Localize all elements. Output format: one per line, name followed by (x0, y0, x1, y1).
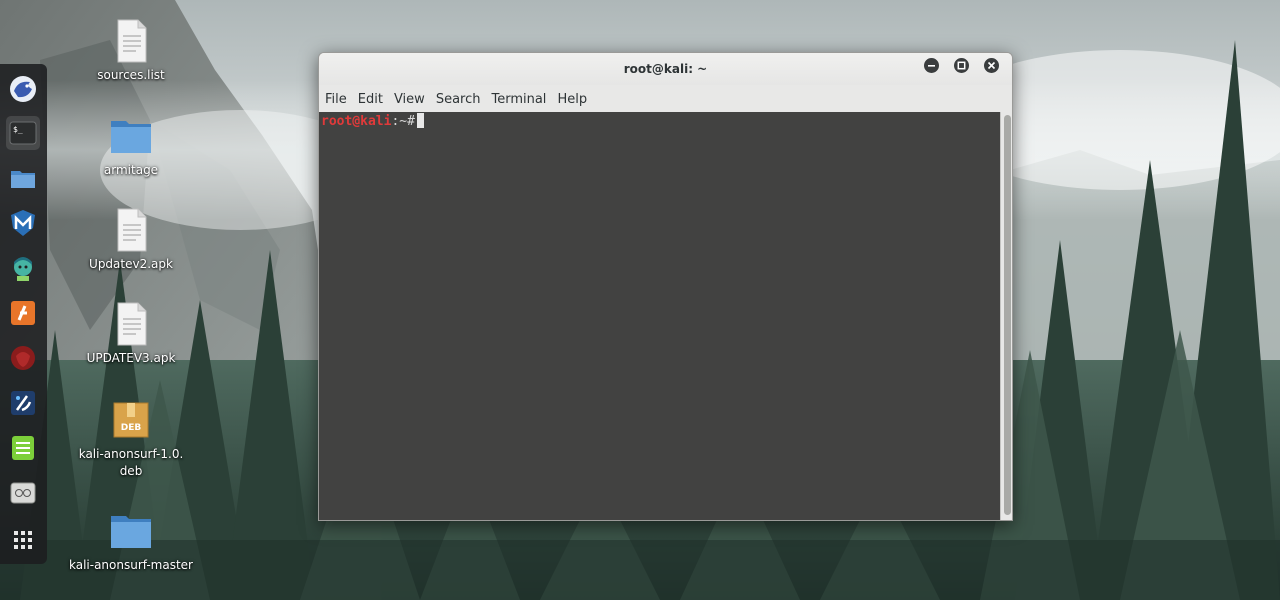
iceweasel-icon[interactable] (6, 72, 40, 106)
metasploit-icon[interactable] (6, 206, 40, 240)
show-applications-icon[interactable] (6, 523, 40, 557)
window-titlebar[interactable]: root@kali: ~ (319, 53, 1012, 85)
terminal-output[interactable]: root@kali:~# (319, 112, 1000, 520)
folder-icon (108, 113, 154, 159)
text-cursor (416, 113, 424, 128)
menu-bar: File Edit View Search Terminal Help (319, 87, 1012, 111)
menu-search[interactable]: Search (432, 92, 488, 107)
desktop-icon-label: sources.list (97, 68, 165, 82)
menu-file[interactable]: File (321, 92, 354, 107)
prompt-user-host: root@kali (321, 114, 392, 129)
desktop-icon-label: kali-anonsurf-1.0.deb (78, 447, 184, 478)
maximize-button[interactable] (954, 58, 969, 73)
close-icon (987, 61, 996, 70)
deb-package-icon: DEB (108, 397, 154, 443)
desktop-icon-updatev3-apk[interactable]: UPDATEV3.apk (66, 301, 196, 367)
menu-help[interactable]: Help (553, 92, 594, 107)
desktop-icon-label: Updatev2.apk (89, 257, 173, 271)
recorder-icon[interactable] (6, 476, 40, 510)
minimize-button[interactable] (924, 58, 939, 73)
desktop-icon-label: UPDATEV3.apk (86, 351, 176, 365)
close-button[interactable] (984, 58, 999, 73)
svg-text:$_: $_ (13, 125, 23, 134)
burpsuite-icon[interactable] (6, 296, 40, 330)
desktop-icon-anonsurf-deb[interactable]: DEB kali-anonsurf-1.0.deb (66, 397, 196, 480)
desktop-icon-updatev2-apk[interactable]: Updatev2.apk (66, 207, 196, 273)
menu-edit[interactable]: Edit (354, 92, 390, 107)
files-icon[interactable] (6, 161, 40, 195)
menu-view[interactable]: View (390, 92, 432, 107)
prompt-path: :~# (391, 114, 415, 129)
application-dock: $_ (0, 64, 47, 564)
leafpad-icon[interactable] (6, 431, 40, 465)
scrollbar-thumb[interactable] (1004, 115, 1011, 515)
desktop-icon-label: kali-anonsurf-master (68, 558, 193, 572)
text-file-icon (108, 18, 154, 64)
beef-icon[interactable] (6, 341, 40, 375)
terminal-window[interactable]: root@kali: ~ File Edit View Search Termi… (318, 52, 1013, 521)
text-file-icon (108, 301, 154, 347)
desktop-icon-label: armitage (103, 163, 159, 177)
faraday-icon[interactable] (6, 386, 40, 420)
terminal-scrollbar[interactable] (1000, 112, 1012, 520)
shell-prompt-line: root@kali:~# (321, 113, 424, 130)
armitage-icon[interactable] (6, 251, 40, 285)
folder-icon (108, 508, 154, 554)
menu-terminal[interactable]: Terminal (487, 92, 553, 107)
terminal-icon[interactable]: $_ (6, 116, 40, 150)
desktop-icon-sources-list[interactable]: sources.list (66, 18, 196, 84)
maximize-icon (957, 61, 966, 70)
window-title: root@kali: ~ (623, 62, 708, 76)
deb-badge-text: DEB (121, 423, 142, 433)
text-file-icon (108, 207, 154, 253)
desktop-icon-armitage[interactable]: armitage (66, 113, 196, 179)
desktop-icon-anonsurf-master[interactable]: kali-anonsurf-master (66, 508, 196, 574)
minimize-icon (928, 65, 935, 67)
